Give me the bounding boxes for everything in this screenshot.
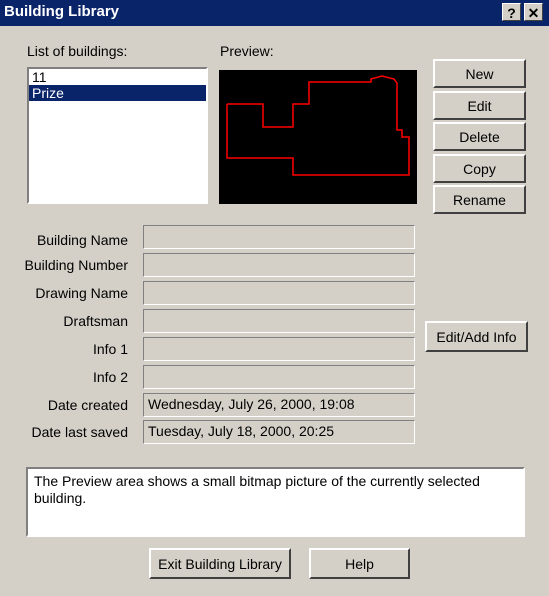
rename-button[interactable]: Rename bbox=[433, 185, 526, 214]
help-icon[interactable]: ? bbox=[502, 3, 521, 21]
hint-text: The Preview area shows a small bitmap pi… bbox=[26, 467, 525, 537]
edit-button[interactable]: Edit bbox=[433, 91, 526, 120]
help-button[interactable]: Help bbox=[309, 548, 410, 579]
buildings-list[interactable]: 11 Prize bbox=[27, 67, 208, 204]
preview-area bbox=[219, 70, 417, 204]
preview-label: Preview: bbox=[220, 43, 274, 59]
info1-label: Info 1 bbox=[92, 341, 128, 357]
copy-button[interactable]: Copy bbox=[433, 154, 526, 183]
close-icon[interactable]: ✕ bbox=[524, 3, 543, 21]
info1-field bbox=[143, 337, 415, 361]
building-outline-preview bbox=[226, 75, 410, 176]
date-created-field: Wednesday, July 26, 2000, 19:08 bbox=[143, 393, 415, 417]
date-saved-label: Date last saved bbox=[31, 424, 129, 440]
draftsman-field bbox=[143, 309, 415, 333]
edit-add-info-button[interactable]: Edit/Add Info bbox=[425, 321, 528, 352]
window-title: Building Library bbox=[4, 3, 120, 20]
delete-button[interactable]: Delete bbox=[433, 122, 526, 151]
list-item[interactable]: 11 bbox=[29, 69, 206, 85]
building-name-field bbox=[143, 225, 415, 249]
info2-label: Info 2 bbox=[92, 369, 128, 385]
date-saved-field: Tuesday, July 18, 2000, 20:25 bbox=[143, 420, 415, 444]
draftsman-label: Draftsman bbox=[63, 313, 128, 329]
drawing-name-label: Drawing Name bbox=[35, 285, 128, 301]
buildings-list-label: List of buildings: bbox=[27, 43, 128, 59]
list-item-selected[interactable]: Prize bbox=[29, 85, 206, 101]
info2-field bbox=[143, 365, 415, 389]
new-button[interactable]: New bbox=[433, 59, 526, 88]
building-name-label: Building Name bbox=[36, 232, 128, 248]
date-created-label: Date created bbox=[47, 397, 128, 413]
drawing-name-field bbox=[143, 281, 415, 305]
building-number-field bbox=[143, 253, 415, 277]
title-bar: Building Library ? ✕ bbox=[0, 0, 549, 26]
building-number-label: Building Number bbox=[24, 257, 129, 273]
exit-library-button[interactable]: Exit Building Library bbox=[149, 548, 291, 579]
